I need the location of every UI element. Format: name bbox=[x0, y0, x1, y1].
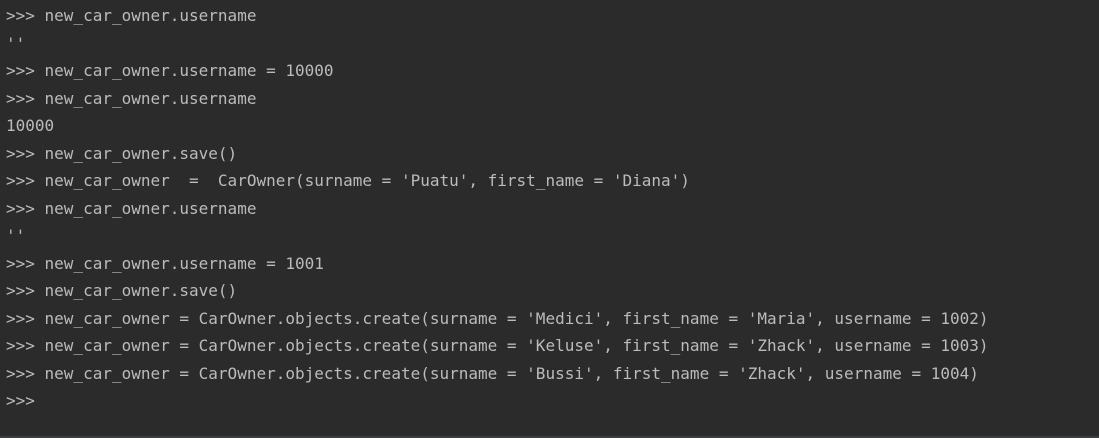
console-line: >>> new_car_owner.username = 1001 bbox=[6, 250, 1095, 278]
prompt-marker: >>> bbox=[6, 281, 45, 300]
console-line: 10000 bbox=[6, 112, 1095, 140]
console-line: >>> new_car_owner.username = 10000 bbox=[6, 57, 1095, 85]
prompt-marker: >>> bbox=[6, 308, 45, 328]
console-input-text: new_car_owner.save() bbox=[44, 143, 238, 163]
console-line: >>> new_car_owner.save() bbox=[6, 140, 1095, 168]
prompt-marker: >>> bbox=[6, 391, 45, 410]
console-input-text: new_car_owner.save() bbox=[44, 281, 238, 300]
console-input-text: new_car_owner.username = 10000 bbox=[44, 61, 334, 80]
prompt-marker: >>> bbox=[6, 61, 45, 80]
console-input-text: new_car_owner.username = 1001 bbox=[44, 253, 324, 273]
console-line: '' bbox=[6, 222, 1095, 250]
prompt-marker: >>> bbox=[6, 363, 45, 383]
console-input-text: new_car_owner.username bbox=[44, 6, 257, 25]
console-output-text: 10000 bbox=[6, 116, 55, 135]
console-input-text: new_car_owner.username bbox=[44, 88, 257, 108]
console-output-text: '' bbox=[6, 33, 26, 53]
console-line: >>> new_car_owner.username bbox=[6, 85, 1095, 113]
console-line: >>> new_car_owner = CarOwner.objects.cre… bbox=[6, 360, 1095, 388]
console-line: >>> new_car_owner.username bbox=[6, 2, 1095, 30]
prompt-marker: >>> bbox=[6, 171, 45, 190]
console-output-text: '' bbox=[6, 226, 26, 245]
prompt-marker: >>> bbox=[6, 88, 45, 108]
prompt-marker: >>> bbox=[6, 253, 45, 273]
console-input-text: new_car_owner.username bbox=[44, 198, 257, 218]
console-line: >>> new_car_owner.save() bbox=[6, 277, 1095, 305]
python-console-output[interactable]: >>> new_car_owner.username '' >>> new_ca… bbox=[6, 2, 1095, 434]
console-line: >>> new_car_owner.username bbox=[6, 195, 1095, 223]
console-line: >>> new_car_owner = CarOwner(surname = '… bbox=[6, 167, 1095, 195]
prompt-marker: >>> bbox=[6, 198, 45, 218]
console-input-text: new_car_owner = CarOwner.objects.create(… bbox=[44, 336, 989, 355]
console-input-text: new_car_owner = CarOwner.objects.create(… bbox=[44, 363, 979, 383]
console-line: '' bbox=[6, 30, 1095, 58]
console-line: >>> new_car_owner = CarOwner.objects.cre… bbox=[6, 332, 1095, 360]
prompt-marker: >>> bbox=[6, 143, 45, 163]
console-input-text: new_car_owner = CarOwner(surname = 'Puat… bbox=[44, 171, 690, 190]
console-input-line[interactable]: >>> bbox=[6, 387, 1095, 415]
console-line: >>> new_car_owner = CarOwner.objects.cre… bbox=[6, 305, 1095, 333]
prompt-marker: >>> bbox=[6, 6, 45, 25]
prompt-marker: >>> bbox=[6, 336, 45, 355]
console-input-text: new_car_owner = CarOwner.objects.create(… bbox=[44, 308, 989, 328]
